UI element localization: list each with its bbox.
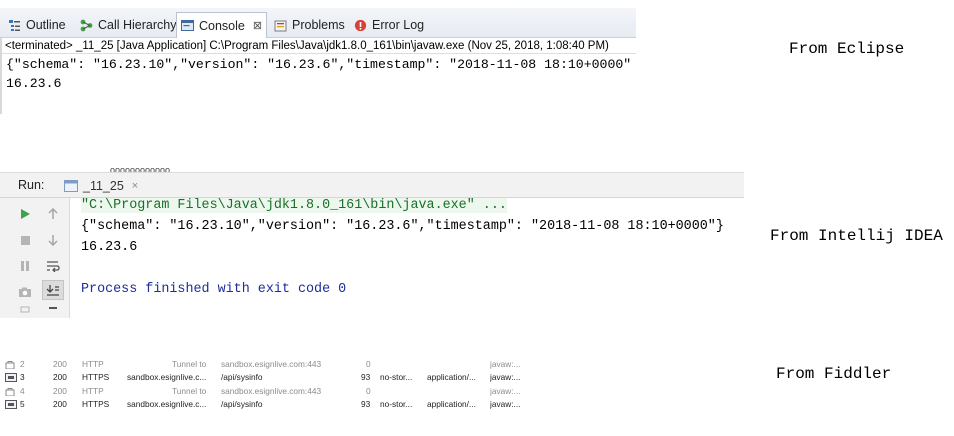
- session-result: 200: [53, 399, 67, 409]
- run-console-output[interactable]: "C:\Program Files\Java\jdk1.8.0_161\bin\…: [72, 198, 744, 318]
- session-protocol: HTTPS: [82, 399, 110, 409]
- session-number: 2: [20, 359, 25, 369]
- tab-outline[interactable]: Outline: [4, 12, 70, 38]
- session-url: sandbox.esignlive.com:443: [221, 386, 322, 396]
- session-body: 93: [361, 399, 371, 409]
- tab-problems[interactable]: Problems: [270, 12, 349, 38]
- eclipse-view-tabbar: Outline Call Hierarchy Console ⊠ Problem…: [0, 8, 636, 38]
- exit-status-line: Process finished with exit code 0: [81, 282, 347, 297]
- session-number: 4: [20, 386, 25, 396]
- session-body: 0: [366, 359, 371, 369]
- tab-label: Problems: [292, 18, 345, 32]
- session-url: /api/sysinfo: [221, 372, 263, 382]
- console-icon: [181, 19, 194, 32]
- problems-icon: [274, 19, 287, 32]
- tab-label: Error Log: [372, 18, 425, 32]
- session-number: 3: [20, 372, 25, 382]
- settings-icon[interactable]: [42, 304, 64, 314]
- stop-icon[interactable]: [14, 230, 36, 250]
- tunnel-lock-icon: [5, 387, 17, 397]
- scroll-to-end-icon[interactable]: [42, 280, 64, 300]
- eclipse-console-panel: Outline Call Hierarchy Console ⊠ Problem…: [0, 8, 636, 116]
- session-caching: no-stor...: [380, 399, 413, 409]
- caption-intellij: From Intellij IDEA: [770, 227, 943, 245]
- session-host: sandbox.esignlive.c...: [127, 372, 207, 382]
- intellij-run-panel: oooooooooooo Run: _11_25 ×: [0, 168, 744, 318]
- console-line: {"schema": "16.23.10","version": "16.23.…: [81, 219, 724, 234]
- session-protocol: HTTP: [82, 359, 104, 369]
- session-caching: no-stor...: [380, 372, 413, 382]
- console-status-line: <terminated> _11_25 [Java Application] C…: [0, 38, 636, 54]
- down-arrow-icon[interactable]: [42, 230, 64, 250]
- error-log-icon: [354, 19, 367, 32]
- command-line: "C:\Program Files\Java\jdk1.8.0_161\bin\…: [81, 198, 507, 213]
- close-icon[interactable]: ⊠: [253, 19, 262, 32]
- caption-eclipse: From Eclipse: [789, 40, 905, 58]
- tab-label: Console: [199, 18, 245, 33]
- session-row[interactable]: 4 200 HTTP Tunnel to sandbox.esignlive.c…: [0, 385, 560, 398]
- session-content-type: application/...: [427, 399, 476, 409]
- layout-icon[interactable]: [14, 304, 36, 314]
- session-host: Tunnel to: [172, 359, 207, 369]
- https-session-icon: [5, 373, 17, 382]
- session-protocol: HTTP: [82, 386, 104, 396]
- session-result: 200: [53, 372, 67, 382]
- session-host: Tunnel to: [172, 386, 207, 396]
- tunnel-lock-icon: [5, 360, 17, 370]
- console-line: 16.23.6: [6, 76, 62, 91]
- close-icon[interactable]: ×: [132, 180, 138, 192]
- caption-fiddler: From Fiddler: [776, 365, 892, 383]
- session-body: 0: [366, 386, 371, 396]
- call-hierarchy-icon: [80, 19, 93, 32]
- soft-wrap-icon[interactable]: [42, 256, 64, 276]
- https-session-icon: [5, 400, 17, 409]
- console-line: {"schema": "16.23.10","version": "16.23.…: [6, 57, 632, 72]
- session-content-type: application/...: [427, 372, 476, 382]
- session-body: 93: [361, 372, 371, 382]
- outline-icon: [8, 19, 21, 32]
- session-process: javaw:...: [490, 386, 521, 396]
- session-host: sandbox.esignlive.c...: [127, 399, 207, 409]
- session-result: 200: [53, 386, 67, 396]
- run-toolbar: [0, 198, 70, 318]
- tab-console[interactable]: Console ⊠: [176, 12, 268, 38]
- session-result: 200: [53, 359, 67, 369]
- run-tab[interactable]: _11_25 ×: [58, 175, 140, 197]
- run-icon[interactable]: [14, 204, 36, 224]
- session-row[interactable]: 2 200 HTTP Tunnel to sandbox.esignlive.c…: [0, 358, 560, 371]
- session-process: javaw:...: [490, 359, 521, 369]
- run-tab-label: _11_25: [83, 179, 124, 193]
- session-url: sandbox.esignlive.com:443: [221, 359, 322, 369]
- console-line: 16.23.6: [81, 240, 138, 255]
- tab-call-hierarchy[interactable]: Call Hierarchy: [76, 12, 181, 38]
- tab-label: Outline: [26, 18, 66, 32]
- pause-icon[interactable]: [14, 256, 36, 276]
- session-process: javaw:...: [490, 372, 521, 382]
- console-output[interactable]: {"schema": "16.23.10","version": "16.23.…: [0, 55, 631, 93]
- camera-icon[interactable]: [14, 282, 36, 302]
- fiddler-sessions-list: 2 200 HTTP Tunnel to sandbox.esignlive.c…: [0, 355, 560, 415]
- session-protocol: HTTPS: [82, 372, 110, 382]
- run-toolwindow-header: Run: _11_25 ×: [0, 172, 744, 198]
- session-number: 5: [20, 399, 25, 409]
- run-label: Run:: [18, 178, 45, 192]
- run-config-icon: [64, 180, 78, 192]
- session-process: javaw:...: [490, 399, 521, 409]
- session-row[interactable]: 3 200 HTTPS sandbox.esignlive.c... /api/…: [0, 371, 560, 384]
- tab-label: Call Hierarchy: [98, 18, 177, 32]
- tab-error-log[interactable]: Error Log: [350, 12, 428, 38]
- session-url: /api/sysinfo: [221, 399, 263, 409]
- session-row[interactable]: 5 200 HTTPS sandbox.esignlive.c... /api/…: [0, 398, 560, 411]
- up-arrow-icon[interactable]: [42, 204, 64, 224]
